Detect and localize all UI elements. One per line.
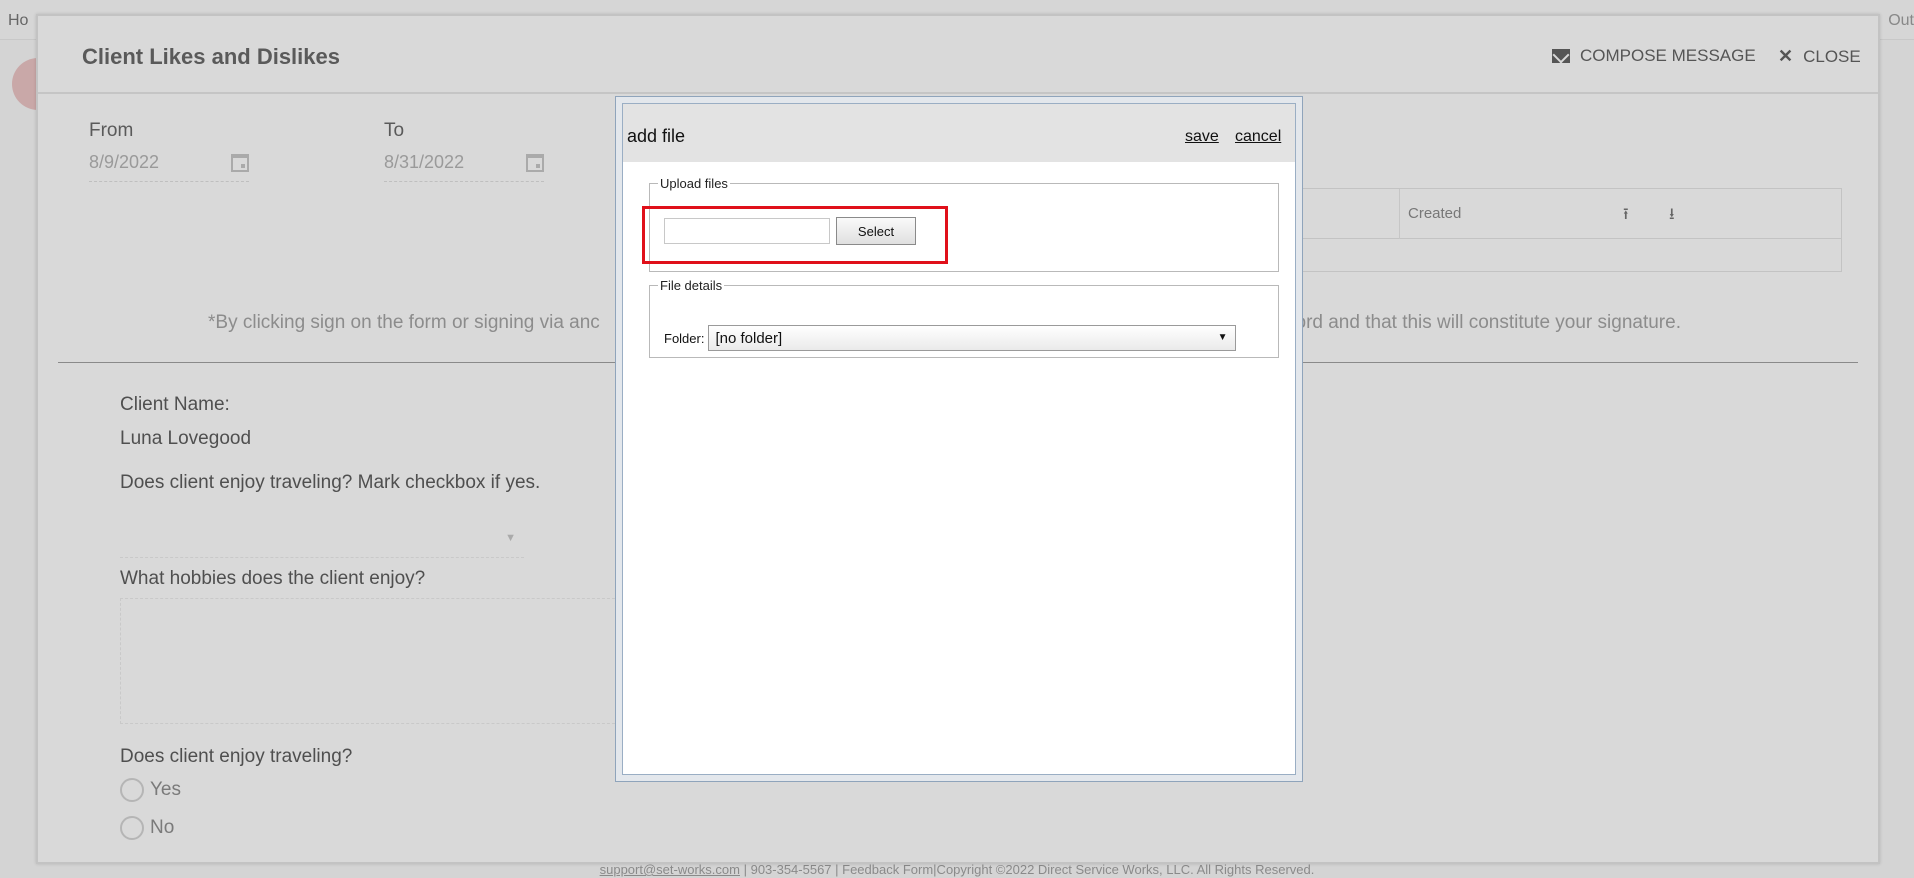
client-name-label: Client Name: — [120, 394, 230, 415]
footer-text: | 903-354-5567 | Feedback Form|Copyright… — [743, 862, 1315, 877]
to-date-field: To 8/31/2022 — [384, 120, 544, 182]
logout-link[interactable]: Out — [1888, 12, 1914, 30]
download-icon[interactable]: ⭳ — [1669, 203, 1675, 230]
add-file-dialog-body: add file save cancel Upload files Select… — [622, 103, 1296, 775]
hobbies-textarea[interactable] — [120, 598, 620, 724]
save-link[interactable]: save — [1185, 128, 1219, 146]
calendar-icon[interactable] — [526, 153, 544, 172]
compose-message-label: COMPOSE MESSAGE — [1580, 46, 1756, 65]
question-hobbies: What hobbies does the client enjoy? — [120, 568, 426, 589]
upload-icon[interactable]: ⭱ — [1623, 203, 1629, 230]
close-button[interactable]: ✕ CLOSE — [1778, 46, 1861, 67]
upload-row: Select — [664, 217, 916, 245]
question-travel-radio: Does client enjoy traveling? — [120, 746, 353, 767]
folder-selected-value: [no folder] — [715, 330, 783, 347]
file-path-input[interactable] — [664, 218, 830, 244]
radio-no[interactable]: No — [120, 816, 174, 840]
folder-label: Folder: — [664, 330, 705, 346]
close-icon: ✕ — [1778, 46, 1794, 66]
radio-no-circle[interactable] — [120, 816, 144, 840]
from-date-value: 8/9/2022 — [89, 152, 160, 172]
radio-no-label: No — [150, 817, 175, 838]
add-file-dialog-header: add file save cancel — [623, 104, 1295, 162]
upload-files-legend: Upload files — [660, 176, 728, 191]
to-date-value: 8/31/2022 — [384, 152, 465, 172]
radio-yes-circle[interactable] — [120, 778, 144, 802]
created-column-header[interactable]: Created — [1399, 189, 1469, 239]
compose-message-button[interactable]: COMPOSE MESSAGE — [1552, 46, 1756, 66]
file-details-group: File details Folder: [no folder] — [649, 278, 1279, 358]
support-email-link[interactable]: support@set-works.com — [600, 862, 740, 877]
radio-yes[interactable]: Yes — [120, 778, 181, 802]
folder-row: Folder: [no folder] — [664, 325, 1237, 351]
footer: support@set-works.com | 903-354-5567 | F… — [0, 862, 1914, 877]
add-file-dialog: add file save cancel Upload files Select… — [615, 96, 1303, 782]
from-date-input[interactable]: 8/9/2022 — [89, 152, 249, 182]
to-date-input[interactable]: 8/31/2022 — [384, 152, 544, 182]
close-label: CLOSE — [1803, 46, 1861, 66]
from-date-field: From 8/9/2022 — [89, 120, 249, 182]
travel-dropdown[interactable] — [120, 528, 524, 558]
signature-disclaimer-right: cord and that this will constitute your … — [1286, 312, 1681, 333]
signature-disclaimer-left: *By clicking sign on the form or signing… — [208, 312, 600, 333]
cancel-link[interactable]: cancel — [1235, 128, 1281, 146]
select-file-button[interactable]: Select — [836, 217, 916, 245]
modal-header: Client Likes and Dislikes COMPOSE MESSAG… — [38, 16, 1878, 94]
from-label: From — [89, 120, 134, 141]
calendar-icon[interactable] — [231, 153, 249, 172]
modal-title: Client Likes and Dislikes — [82, 44, 340, 69]
radio-yes-label: Yes — [150, 779, 181, 800]
file-details-legend: File details — [660, 278, 723, 293]
upload-files-group: Upload files Select — [649, 176, 1279, 272]
folder-select[interactable]: [no folder] — [708, 325, 1237, 351]
home-link[interactable]: Ho — [8, 12, 28, 30]
to-label: To — [384, 120, 405, 141]
question-travel-checkbox: Does client enjoy traveling? Mark checkb… — [120, 472, 541, 493]
client-name-value: Luna Lovegood — [120, 428, 252, 449]
dialog-title: add file — [627, 126, 686, 146]
envelope-icon — [1552, 49, 1570, 63]
